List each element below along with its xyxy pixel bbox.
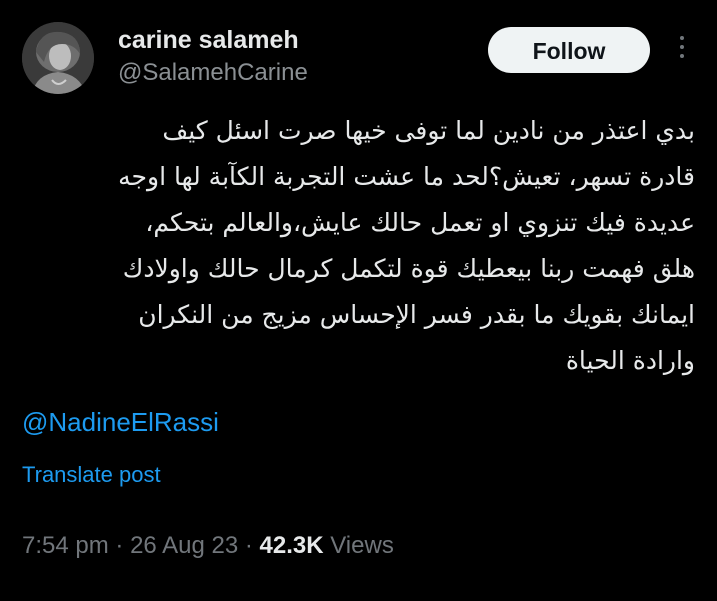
tweet-line: قادرة تسهر، تعيش؟لحد ما عشت التجربة الكآ… <box>118 162 695 191</box>
follow-button[interactable]: Follow <box>488 27 650 73</box>
tweet-line: ايمانك بقويك ما بقدر فسر الإحساس مزيج من… <box>138 300 695 329</box>
display-name[interactable]: carine salameh <box>118 24 308 56</box>
tweet-line: بدي اعتذر من نادين لما توفى خيها صرت اسئ… <box>162 116 695 145</box>
profile-photo-icon <box>22 22 94 94</box>
tweet-time[interactable]: 7:54 pm <box>22 532 109 559</box>
views-label: Views <box>330 532 394 559</box>
user-names: carine salameh @SalamehCarine <box>118 22 308 89</box>
meta-separator: · <box>244 532 253 559</box>
tweet-text: بدي اعتذر من نادين لما توفى خيها صرت اسئ… <box>23 108 695 384</box>
translate-post-link[interactable]: Translate post <box>22 460 161 490</box>
more-options-icon[interactable] <box>670 36 694 64</box>
tweet-line: عديدة فيك تنزوي او تعمل حالك عايش،والعال… <box>145 208 695 237</box>
tweet-date[interactable]: 26 Aug 23 <box>130 532 238 559</box>
tweet-header: carine salameh @SalamehCarine Follow <box>22 22 702 94</box>
meta-separator: · <box>115 532 124 559</box>
tweet-line: هلق فهمت ربنا بيعطيك قوة لتكمل كرمال حال… <box>122 254 695 283</box>
views-count[interactable]: 42.3K <box>260 532 324 559</box>
user-handle[interactable]: @SalamehCarine <box>118 57 308 89</box>
tweet-line: وارادة الحياة <box>565 346 695 375</box>
tweet-meta: 7:54 pm · 26 Aug 23 · 42.3K Views <box>22 530 394 562</box>
avatar[interactable] <box>22 22 94 94</box>
mention-link[interactable]: @NadineElRassi <box>22 404 219 440</box>
